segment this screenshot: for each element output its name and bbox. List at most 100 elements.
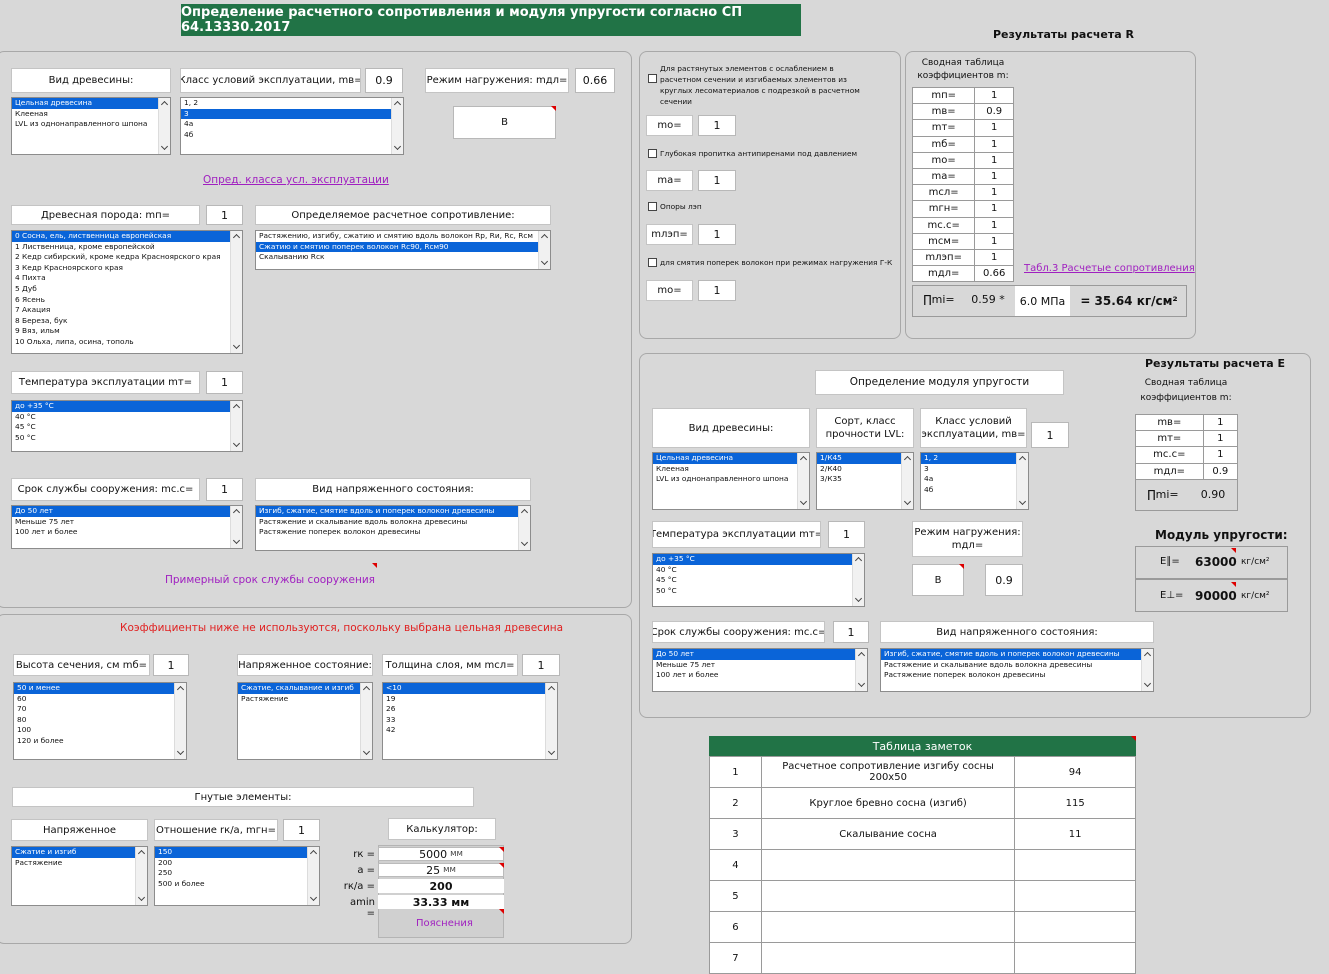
note-text[interactable] xyxy=(760,911,1016,943)
list-option[interactable]: 1 Лиственница, кроме европейской xyxy=(12,242,242,253)
wood-type-list[interactable]: Цельная древесина Клееная LVL из однонапра… xyxy=(11,97,171,155)
scrollbar[interactable] xyxy=(174,683,186,759)
load-mode-letter[interactable]: В xyxy=(453,106,556,139)
scrollbar[interactable] xyxy=(391,98,403,154)
list-option[interactable]: Сжатие и изгиб xyxy=(12,847,147,858)
list-option[interactable]: 120 и более xyxy=(14,736,186,747)
scrollbar[interactable] xyxy=(307,847,319,905)
list-option[interactable]: Клееная xyxy=(12,109,170,120)
note-text[interactable]: Круглое бревно сосна (изгиб) xyxy=(760,787,1016,819)
temperature-list[interactable]: до +35 °С 40 °С 45 °С 50 °С xyxy=(11,400,243,452)
note-value[interactable] xyxy=(1014,849,1136,881)
ma-value[interactable]: 1 xyxy=(698,170,736,191)
list-option[interactable]: Растяжение поперек волокон древесины xyxy=(256,527,530,538)
scrollbar[interactable] xyxy=(855,649,867,691)
list-option[interactable]: 6 Ясень xyxy=(12,295,242,306)
list-option[interactable]: 0 Сосна, ель, лиственница европейская xyxy=(12,231,242,242)
list-option[interactable]: 40 °С xyxy=(653,565,864,576)
list-option[interactable]: 4а xyxy=(181,119,403,130)
class-link[interactable]: Опред. класса усл. эксплуатации xyxy=(203,174,389,186)
list-option[interactable]: 9 Вяз, ильм xyxy=(12,326,242,337)
note-text[interactable] xyxy=(760,849,1016,881)
glulam-stress-list[interactable]: Сжатие, скалывание и изгиб Растяжение xyxy=(237,682,373,760)
list-option[interactable]: 100 xyxy=(14,725,186,736)
list-option[interactable]: 7 Акация xyxy=(12,305,242,316)
e-service-class-list[interactable]: 1, 2 3 4а 4б xyxy=(920,452,1029,510)
list-option[interactable]: Клееная xyxy=(653,464,809,475)
list-option[interactable]: Растяжение xyxy=(12,858,147,869)
r-input[interactable]: 5000 мм xyxy=(378,847,504,861)
stress-list[interactable]: Изгиб, сжатие, смятие вдоль и поперек во… xyxy=(255,505,531,551)
e-wood-type-list[interactable]: Цельная древесина Клееная LVL из однонапра… xyxy=(652,452,810,510)
list-option[interactable]: до +35 °С xyxy=(12,401,242,412)
scrollbar[interactable] xyxy=(230,231,242,353)
list-option[interactable]: Цельная древесина xyxy=(12,98,170,109)
list-option[interactable]: Изгиб, сжатие, смятие вдоль и поперек во… xyxy=(256,506,530,517)
list-option[interactable]: Сжатию и смятию поперек волокон Rс90, Rс… xyxy=(256,241,550,253)
list-option[interactable]: Меньше 75 лет xyxy=(12,517,242,528)
list-option[interactable]: 1, 2 xyxy=(181,98,403,109)
list-option[interactable]: 26 xyxy=(383,704,557,715)
list-option[interactable]: Меньше 75 лет xyxy=(653,660,867,671)
list-option[interactable]: 250 xyxy=(155,868,319,879)
scrollbar[interactable] xyxy=(1016,453,1028,509)
list-option[interactable]: 4б xyxy=(921,485,1028,496)
lifetime-note[interactable]: Примерный срок службы сооружения xyxy=(165,574,375,586)
weakened-section-checkbox[interactable] xyxy=(648,74,657,83)
species-list[interactable]: 0 Сосна, ель, лиственница европейская 1 Л… xyxy=(11,230,243,354)
list-option[interactable]: Растяжение xyxy=(238,694,372,705)
scrollbar[interactable] xyxy=(230,506,242,548)
note-value[interactable] xyxy=(1014,942,1136,974)
list-option[interactable]: 100 лет и более xyxy=(653,670,867,681)
resistance-table-link[interactable]: Табл.3 Расчетые сопротивления xyxy=(1024,263,1195,274)
list-option[interactable]: 70 xyxy=(14,704,186,715)
note-value[interactable] xyxy=(1014,880,1136,912)
list-option[interactable]: 19 xyxy=(383,694,557,705)
list-option[interactable]: 2 Кедр сибирский, кроме кедра Красноярск… xyxy=(12,252,242,263)
list-option[interactable]: Растяжение поперек волокон древесины xyxy=(881,670,1153,681)
list-option[interactable]: Растяжение и скалывание вдоль волокна др… xyxy=(881,660,1153,671)
power-line-checkbox[interactable] xyxy=(648,202,657,211)
list-option[interactable]: 4а xyxy=(921,474,1028,485)
crushing-checkbox[interactable] xyxy=(648,258,657,267)
list-option[interactable]: 4 Пихта xyxy=(12,273,242,284)
scrollbar[interactable] xyxy=(852,554,864,606)
list-option[interactable]: Растяжение и скалывание вдоль волокна др… xyxy=(256,517,530,528)
list-option[interactable]: 60 xyxy=(14,694,186,705)
list-option[interactable]: 3 xyxy=(181,108,403,120)
a-input[interactable]: 25 мм xyxy=(378,863,504,877)
scrollbar[interactable] xyxy=(158,98,170,154)
list-option[interactable]: до +35 °С xyxy=(653,554,864,565)
list-option[interactable]: Скалыванию Rск xyxy=(256,252,550,263)
m0-value[interactable]: 1 xyxy=(698,115,736,136)
scrollbar[interactable] xyxy=(518,506,530,550)
bent-stress-list[interactable]: Сжатие и изгиб Растяжение xyxy=(11,846,148,906)
list-option[interactable]: LVL из однонаправленного шпона xyxy=(12,119,170,130)
list-option[interactable]: Изгиб, сжатие, смятие вдоль и поперек во… xyxy=(881,649,1153,660)
list-option[interactable]: Сжатие, скалывание и изгиб xyxy=(238,683,372,694)
note-value[interactable]: 115 xyxy=(1014,787,1136,819)
mlep-value[interactable]: 1 xyxy=(698,224,736,245)
scrollbar[interactable] xyxy=(1141,649,1153,691)
scrollbar[interactable] xyxy=(545,683,557,759)
list-option[interactable]: 3/К35 xyxy=(817,474,913,485)
note-value[interactable]: 94 xyxy=(1014,756,1136,788)
list-option[interactable]: 80 xyxy=(14,715,186,726)
list-option[interactable]: 33 xyxy=(383,715,557,726)
list-option[interactable]: <10 xyxy=(383,683,557,694)
scrollbar[interactable] xyxy=(797,453,809,509)
list-option[interactable]: 45 °С xyxy=(653,575,864,586)
layer-list[interactable]: <10 19 26 33 42 xyxy=(382,682,558,760)
list-option[interactable]: 1/К45 xyxy=(817,453,913,464)
scrollbar[interactable] xyxy=(360,683,372,759)
list-option[interactable]: 42 xyxy=(383,725,557,736)
list-option[interactable]: 3 xyxy=(921,464,1028,475)
list-option[interactable]: 50 °С xyxy=(653,586,864,597)
scrollbar[interactable] xyxy=(135,847,147,905)
note-value[interactable] xyxy=(1014,911,1136,943)
grade-list[interactable]: 1/К45 2/К40 3/К35 xyxy=(816,452,914,510)
e-lifetime-list[interactable]: До 50 лет Меньше 75 лет 100 лет и более xyxy=(652,648,868,692)
list-option[interactable]: 8 Береза, бук xyxy=(12,316,242,327)
list-option[interactable]: 40 °С xyxy=(12,412,242,423)
list-option[interactable]: Цельная древесина xyxy=(653,453,809,464)
